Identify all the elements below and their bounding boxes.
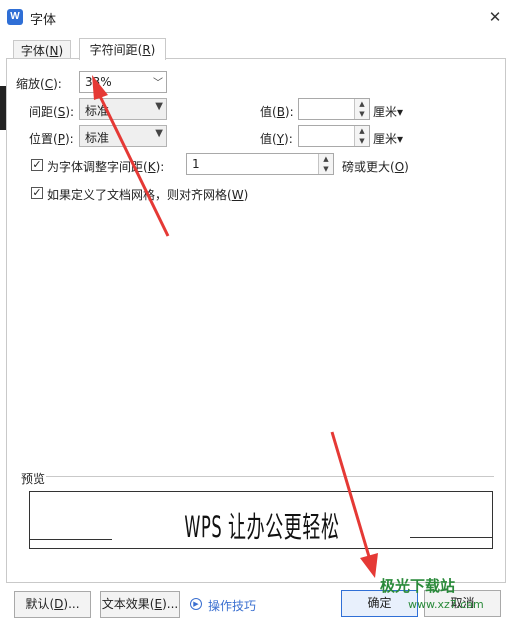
annotation-arrows: [92, 75, 378, 578]
arrow-to-ok: [330, 431, 378, 578]
arrow-to-scale: [92, 75, 170, 237]
tab-character-spacing[interactable]: 字符间距(R): [79, 38, 166, 60]
